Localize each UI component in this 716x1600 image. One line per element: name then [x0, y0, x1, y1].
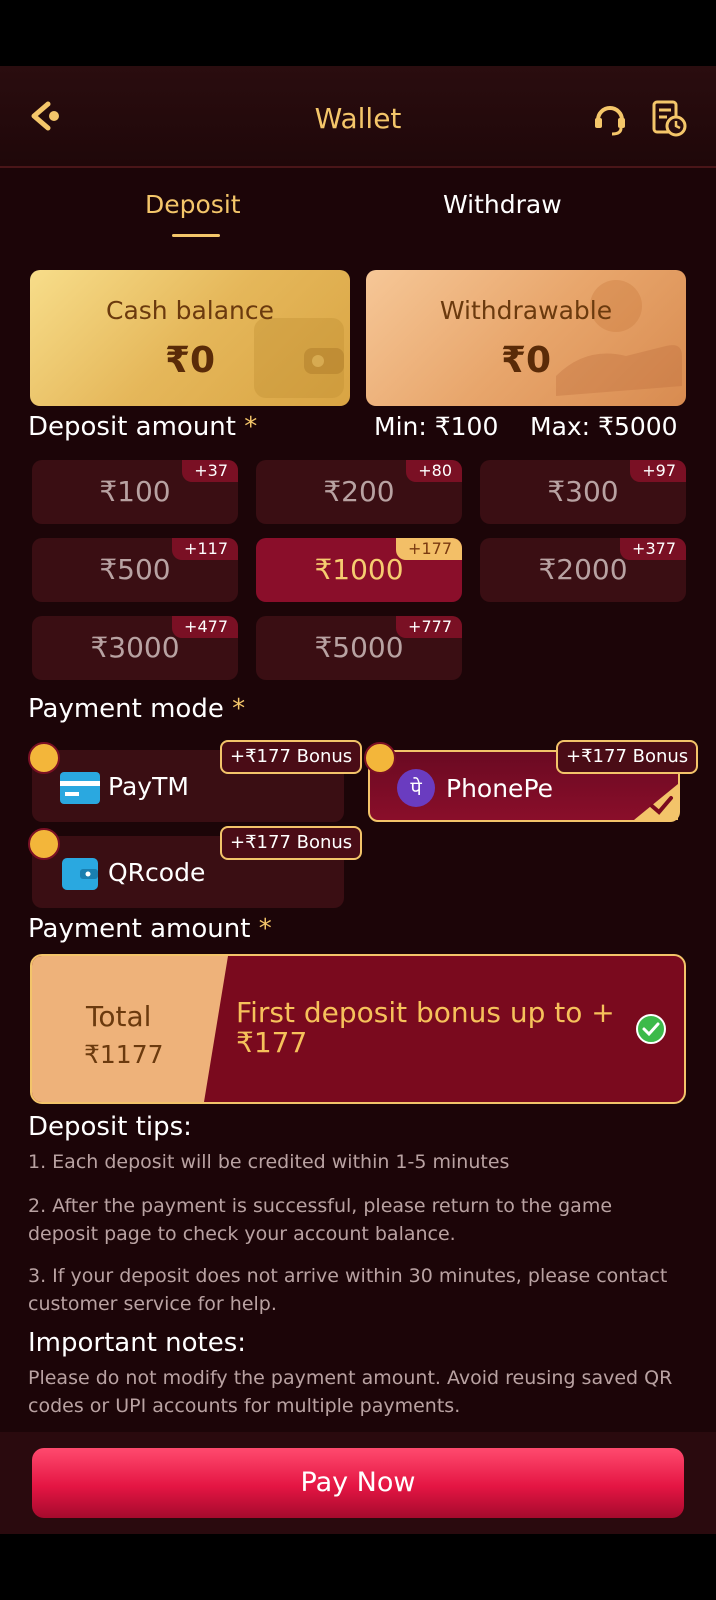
amount-value: ₹2000 — [538, 553, 628, 586]
withdrawable-card: Withdrawable ₹0 — [366, 270, 686, 406]
amount-option[interactable]: ₹200 +80 — [256, 460, 462, 524]
tab-withdraw[interactable]: Withdraw — [443, 190, 562, 219]
bonus-badge: +₹177 Bonus — [220, 826, 363, 860]
bonus-badge: +₹177 Bonus — [556, 740, 699, 774]
amount-bonus-badge: +37 — [182, 460, 238, 482]
paytm-card-icon — [60, 772, 100, 804]
amount-option-selected[interactable]: ₹1000 +177 — [256, 538, 462, 602]
amount-value: ₹100 — [99, 475, 171, 508]
deposit-tip: 2. After the payment is successful, plea… — [28, 1195, 613, 1245]
pay-now-button[interactable]: Pay Now — [32, 1448, 684, 1518]
cash-balance-card: Cash balance ₹0 — [30, 270, 350, 406]
amount-option[interactable]: ₹3000 +477 — [32, 616, 238, 680]
active-tab-indicator — [172, 234, 220, 237]
amount-bonus-badge: +777 — [396, 616, 462, 638]
amount-option[interactable]: ₹500 +117 — [32, 538, 238, 602]
total-label: Total — [86, 1000, 152, 1033]
thumbs-up-icon — [28, 828, 60, 860]
system-nav-area — [0, 1534, 716, 1600]
svg-text:पे: पे — [410, 776, 422, 800]
thumbs-up-icon — [28, 742, 60, 774]
amount-value: ₹500 — [99, 553, 171, 586]
bottom-bar: Pay Now — [0, 1432, 716, 1534]
deposit-tip: 1. Each deposit will be credited within … — [28, 1151, 510, 1173]
deposit-amount-heading: Deposit amount * — [28, 412, 257, 442]
deposit-amount-label: Deposit amount — [28, 412, 236, 442]
amount-bonus-badge: +80 — [406, 460, 462, 482]
total-value: ₹1177 — [84, 1040, 164, 1069]
amount-value: ₹5000 — [314, 631, 404, 664]
amount-value: ₹200 — [323, 475, 395, 508]
payment-amount-heading: Payment amount * — [28, 914, 272, 944]
amount-option[interactable]: ₹300 +97 — [480, 460, 686, 524]
payment-option-label: PayTM — [108, 772, 189, 801]
amount-option[interactable]: ₹2000 +377 — [480, 538, 686, 602]
deposit-tips-title: Deposit tips: — [28, 1112, 192, 1142]
bonus-badge: +₹177 Bonus — [220, 740, 363, 774]
amount-value: ₹300 — [547, 475, 619, 508]
withdrawable-label: Withdrawable — [439, 296, 613, 325]
payment-mode-label: Payment mode — [28, 694, 224, 724]
deposit-tip: 3. If your deposit does not arrive withi… — [28, 1265, 668, 1315]
header: Wallet — [0, 66, 716, 168]
phonepe-logo-icon: पे — [397, 769, 435, 807]
first-deposit-bonus-text: First deposit bonus up to +₹177 — [236, 996, 615, 1059]
deposit-max: Max: ₹5000 — [530, 412, 678, 441]
amount-bonus-badge: +377 — [620, 538, 686, 560]
payment-amount-label: Payment amount — [28, 914, 251, 944]
cash-balance-value: ₹0 — [164, 340, 216, 381]
status-bar — [0, 0, 716, 66]
amount-bonus-badge: +117 — [172, 538, 238, 560]
amount-bonus-badge: +477 — [172, 616, 238, 638]
payment-amount-box: Total ₹1177 First deposit bonus up to +₹… — [30, 954, 686, 1104]
cash-balance-label: Cash balance — [105, 296, 275, 325]
selected-check-icon — [634, 784, 678, 820]
customer-support-icon[interactable] — [590, 98, 630, 138]
amount-value: ₹3000 — [90, 631, 180, 664]
amount-bonus-badge: +177 — [396, 538, 462, 560]
amount-bonus-badge: +97 — [630, 460, 686, 482]
amount-value: ₹1000 — [314, 553, 404, 586]
payment-option-label: QRcode — [108, 858, 206, 887]
amount-option[interactable]: ₹100 +37 — [32, 460, 238, 524]
wallet-screen: Wallet Deposit Withdraw Cash balance ₹0 — [0, 66, 716, 1534]
deposit-min: Min: ₹100 — [374, 412, 499, 441]
checkmark-circle-icon — [636, 1014, 666, 1044]
transaction-history-icon[interactable] — [648, 98, 688, 138]
tab-deposit[interactable]: Deposit — [145, 190, 241, 219]
payment-mode-heading: Payment mode * — [28, 694, 245, 724]
required-star: * — [232, 694, 246, 724]
required-star: * — [244, 412, 258, 442]
withdrawable-value: ₹0 — [500, 340, 552, 381]
payment-option-label: PhonePe — [446, 774, 554, 803]
required-star: * — [258, 914, 272, 944]
amount-option[interactable]: ₹5000 +777 — [256, 616, 462, 680]
thumbs-up-icon — [364, 742, 396, 774]
important-notes-title: Important notes: — [28, 1328, 247, 1358]
qrcode-wallet-icon — [62, 858, 98, 890]
important-notes-text: Please do not modify the payment amount.… — [28, 1367, 673, 1417]
